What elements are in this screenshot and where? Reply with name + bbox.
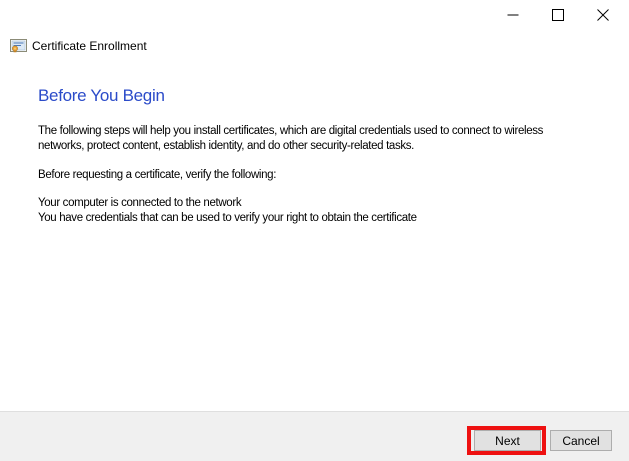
verify-prompt-text: Before requesting a certificate, verify …: [38, 168, 276, 183]
next-button[interactable]: Next: [474, 430, 541, 451]
verify-item: You have credentials that can be used to…: [38, 211, 417, 226]
intro-text-line: networks, protect content, establish ide…: [38, 139, 414, 154]
minimize-icon: [507, 9, 519, 21]
wizard-header: Certificate Enrollment: [10, 38, 147, 54]
verify-item: Your computer is connected to the networ…: [38, 196, 241, 211]
close-icon: [597, 9, 609, 21]
window-title: Certificate Enrollment: [32, 39, 147, 53]
maximize-button[interactable]: [535, 0, 580, 30]
maximize-icon: [552, 9, 564, 21]
certificate-enrollment-window: { "window": { "controls": { "minimize": …: [0, 0, 629, 461]
minimize-button[interactable]: [490, 0, 535, 30]
certificate-icon: [10, 39, 27, 54]
intro-text-line: The following steps will help you instal…: [38, 124, 543, 139]
close-button[interactable]: [580, 0, 625, 30]
title-bar: [0, 0, 629, 30]
page-title: Before You Begin: [38, 86, 165, 106]
cancel-button[interactable]: Cancel: [550, 430, 612, 451]
